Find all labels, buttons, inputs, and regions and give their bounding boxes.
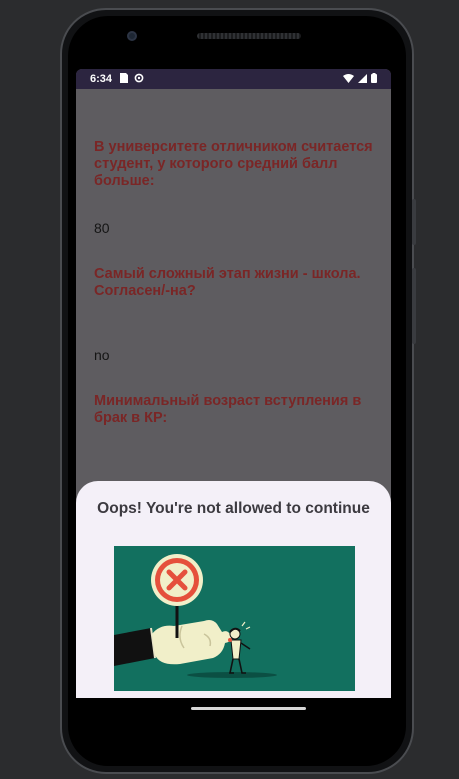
sim-card-icon [120, 72, 129, 86]
settings-gear-icon [134, 73, 144, 86]
quiz-content: В университете отличником считается студ… [76, 139, 391, 427]
power-button [412, 199, 416, 245]
status-time: 6:34 [90, 73, 113, 85]
answer-1[interactable]: 80 [94, 220, 373, 236]
question-3: Минимальный возраст вступления в брак в … [94, 393, 362, 426]
answer-2[interactable]: no [94, 347, 373, 363]
dialog-title: Oops! You're not allowed to continue [97, 500, 370, 517]
question-2: Самый сложный этап жизни - школа. Соглас… [94, 266, 361, 299]
earpiece-speaker [197, 33, 301, 39]
status-icons [343, 73, 377, 86]
status-bar: 6:34 [76, 69, 391, 89]
front-camera [127, 31, 137, 41]
question-1: В университете отличником считается студ… [94, 139, 373, 189]
battery-icon [371, 73, 377, 86]
volume-button [412, 268, 416, 344]
app-screen: 6:34 В университете отличником считается… [76, 69, 391, 711]
hand-holding-stop-sign-illustration [114, 546, 355, 691]
home-gesture-handle[interactable] [191, 707, 306, 710]
cellular-signal-icon [358, 73, 367, 86]
blocked-dialog: Oops! You're not allowed to continue [76, 481, 391, 711]
wifi-icon [343, 73, 354, 86]
